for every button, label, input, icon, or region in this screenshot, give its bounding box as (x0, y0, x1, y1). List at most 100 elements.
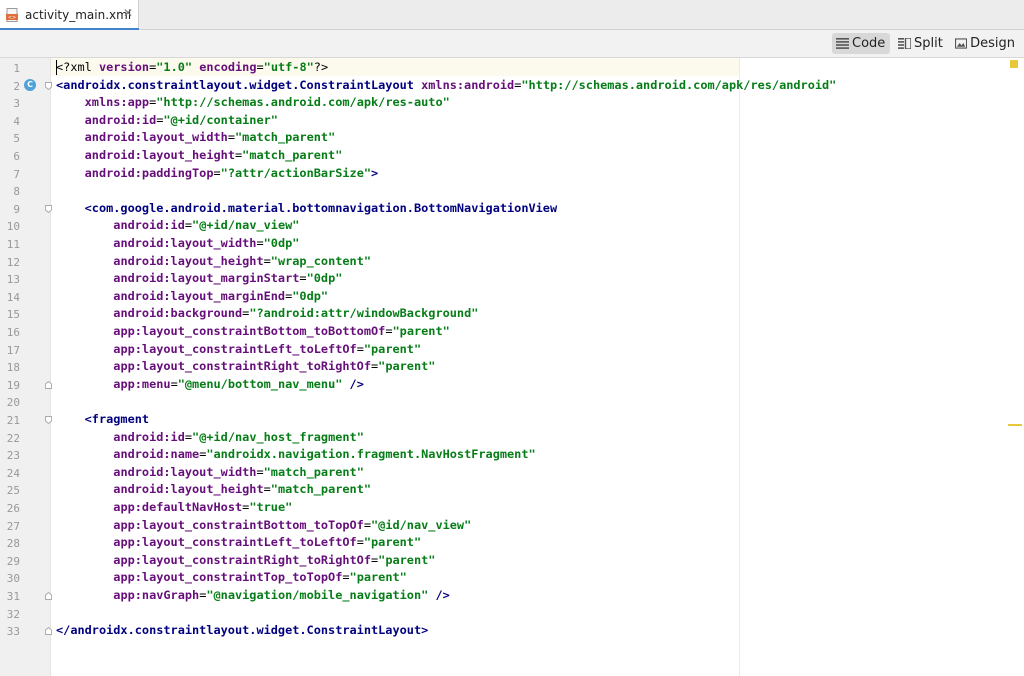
fold-marker-icon[interactable] (45, 204, 52, 213)
line-number[interactable]: 32 (0, 608, 20, 621)
code-text[interactable]: </androidx.constraintlayout.widget.Const… (56, 623, 428, 637)
line-number[interactable]: 18 (0, 361, 20, 374)
line-number[interactable]: 5 (0, 132, 20, 145)
line-number[interactable]: 27 (0, 520, 20, 533)
line-number[interactable]: 21 (0, 414, 20, 427)
line-number[interactable]: 16 (0, 326, 20, 339)
code-text[interactable]: app:layout_constraintLeft_toLeftOf="pare… (56, 535, 421, 549)
line-number[interactable]: 19 (0, 379, 20, 392)
code-text[interactable]: app:layout_constraintTop_toTopOf="parent… (56, 570, 407, 584)
line-number[interactable]: 23 (0, 449, 20, 462)
code-line[interactable]: 32 (0, 605, 1024, 623)
line-number[interactable]: 4 (0, 115, 20, 128)
line-number[interactable]: 2 (0, 80, 20, 93)
code-text[interactable]: <?xml version="1.0" encoding="utf-8"?> (56, 60, 328, 74)
code-line[interactable]: 11 android:layout_width="0dp" (0, 235, 1024, 253)
line-number[interactable]: 26 (0, 502, 20, 515)
code-editor[interactable]: 1 <?xml version="1.0" encoding="utf-8"?> 2… (0, 58, 1024, 676)
code-text[interactable]: app:layout_constraintRight_toRightOf="pa… (56, 359, 435, 373)
fold-marker-icon[interactable] (45, 380, 52, 389)
code-line[interactable]: 1 <?xml version="1.0" encoding="utf-8"?> (0, 59, 1024, 77)
line-number[interactable]: 6 (0, 150, 20, 163)
code-line[interactable]: 9 <com.google.android.material.bottomnav… (0, 200, 1024, 218)
code-text[interactable]: android:name="androidx.navigation.fragme… (56, 447, 535, 461)
code-line[interactable]: 30 app:layout_constraintTop_toTopOf="par… (0, 569, 1024, 587)
code-line[interactable]: 17 app:layout_constraintLeft_toLeftOf="p… (0, 341, 1024, 359)
line-number[interactable]: 11 (0, 238, 20, 251)
line-number[interactable]: 8 (0, 185, 20, 198)
code-line[interactable]: 24 android:layout_width="match_parent" (0, 464, 1024, 482)
code-line[interactable]: 14 android:layout_marginEnd="0dp" (0, 288, 1024, 306)
code-text[interactable]: android:id="@+id/container" (56, 113, 278, 127)
code-line[interactable]: 16 app:layout_constraintBottom_toBottomO… (0, 323, 1024, 341)
tab-activity-main-xml[interactable]: <> activity_main.xml ✕ (0, 0, 139, 30)
code-text[interactable]: app:defaultNavHost="true" (56, 500, 292, 514)
code-line[interactable]: 2 C <androidx.constraintlayout.widget.Cons… (0, 77, 1024, 95)
line-number[interactable]: 7 (0, 168, 20, 181)
line-number[interactable]: 30 (0, 572, 20, 585)
class-gutter-icon[interactable]: C (24, 78, 36, 91)
line-number[interactable]: 12 (0, 256, 20, 269)
code-line[interactable]: 3 xmlns:app="http://schemas.android.com/… (0, 94, 1024, 112)
code-line[interactable]: 15 android:background="?android:attr/win… (0, 305, 1024, 323)
code-line[interactable]: 33 </androidx.constraintlayout.widget.Con… (0, 622, 1024, 640)
code-text[interactable]: android:layout_marginStart="0dp" (56, 271, 342, 285)
code-text[interactable]: android:layout_height="match_parent" (56, 482, 371, 496)
code-text[interactable]: app:layout_constraintBottom_toBottomOf="… (56, 324, 450, 338)
code-line[interactable]: 25 android:layout_height="match_parent" (0, 481, 1024, 499)
vertical-scrollbar[interactable] (1014, 58, 1024, 676)
line-number[interactable]: 33 (0, 625, 20, 638)
code-text[interactable]: xmlns:app="http://schemas.android.com/ap… (56, 95, 450, 109)
code-text[interactable]: android:layout_height="match_parent" (56, 148, 343, 162)
line-number[interactable]: 1 (0, 62, 20, 75)
line-number[interactable]: 29 (0, 555, 20, 568)
warning-status-marker[interactable] (1010, 60, 1018, 68)
code-text[interactable]: android:paddingTop="?attr/actionBarSize"… (56, 166, 379, 180)
code-line[interactable]: 10 android:id="@+id/nav_view" (0, 217, 1024, 235)
code-text[interactable]: android:layout_marginEnd="0dp" (56, 289, 328, 303)
fold-marker-icon[interactable] (45, 627, 52, 636)
code-line[interactable]: 5 android:layout_width="match_parent" (0, 129, 1024, 147)
code-text[interactable]: app:layout_constraintBottom_toTopOf="@id… (56, 518, 471, 532)
code-line[interactable]: 27 app:layout_constraintBottom_toTopOf="… (0, 517, 1024, 535)
code-text[interactable]: android:id="@+id/nav_view" (56, 218, 299, 232)
code-text[interactable]: app:layout_constraintLeft_toLeftOf="pare… (56, 342, 421, 356)
line-number[interactable]: 22 (0, 432, 20, 445)
line-number[interactable]: 28 (0, 537, 20, 550)
split-view-button[interactable]: Split (894, 33, 948, 54)
code-text[interactable]: android:layout_width="match_parent" (56, 130, 336, 144)
code-line[interactable]: 20 (0, 393, 1024, 411)
code-line[interactable]: 21 <fragment (0, 411, 1024, 429)
code-text[interactable]: android:layout_width="0dp" (56, 236, 299, 250)
line-number[interactable]: 20 (0, 396, 20, 409)
close-icon[interactable]: ✕ (123, 6, 133, 20)
design-view-button[interactable]: Design (951, 33, 1019, 54)
code-line[interactable]: 7 android:paddingTop="?attr/actionBarSiz… (0, 165, 1024, 183)
code-line[interactable]: 13 android:layout_marginStart="0dp" (0, 270, 1024, 288)
line-number[interactable]: 31 (0, 590, 20, 603)
code-line[interactable]: 28 app:layout_constraintLeft_toLeftOf="p… (0, 534, 1024, 552)
warning-scroll-marker[interactable] (1008, 424, 1022, 426)
line-number[interactable]: 13 (0, 273, 20, 286)
line-number[interactable]: 9 (0, 203, 20, 216)
fold-marker-icon[interactable] (45, 416, 52, 424)
code-line[interactable]: 31 app:navGraph="@navigation/mobile_navi… (0, 587, 1024, 605)
code-line[interactable]: 6 android:layout_height="match_parent" (0, 147, 1024, 165)
code-text[interactable]: android:layout_width="match_parent" (56, 465, 364, 479)
line-number[interactable]: 25 (0, 484, 20, 497)
line-number[interactable]: 17 (0, 344, 20, 357)
code-view-button[interactable]: Code (832, 33, 890, 54)
code-line[interactable]: 12 android:layout_height="wrap_content" (0, 253, 1024, 271)
code-text[interactable]: <androidx.constraintlayout.widget.Constr… (56, 78, 836, 92)
code-line[interactable]: 4 android:id="@+id/container" (0, 112, 1024, 130)
code-text[interactable]: android:layout_height="wrap_content" (56, 254, 371, 268)
code-line[interactable]: 18 app:layout_constraintRight_toRightOf=… (0, 358, 1024, 376)
code-text[interactable]: app:navGraph="@navigation/mobile_navigat… (56, 588, 449, 602)
code-text[interactable]: android:background="?android:attr/window… (56, 306, 478, 320)
line-number[interactable]: 14 (0, 291, 20, 304)
line-number[interactable]: 24 (0, 467, 20, 480)
line-number[interactable]: 10 (0, 220, 20, 233)
code-text[interactable]: android:id="@+id/nav_host_fragment" (56, 430, 364, 444)
code-line[interactable]: 22 android:id="@+id/nav_host_fragment" (0, 429, 1024, 447)
code-text[interactable]: <com.google.android.material.bottomnavig… (56, 201, 557, 215)
